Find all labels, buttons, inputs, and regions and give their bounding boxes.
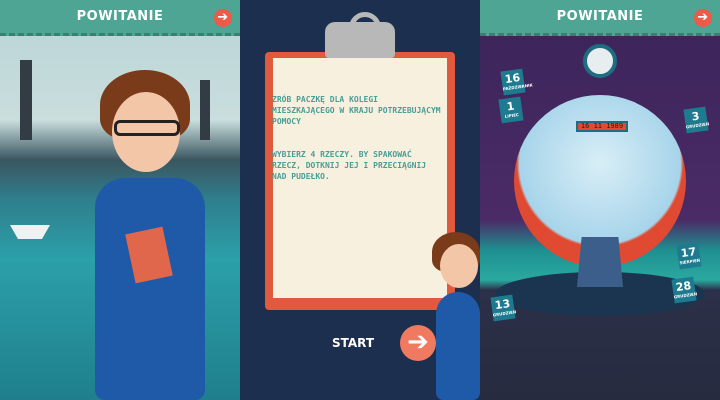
welcome-screen: POWITANIE ➔ xyxy=(0,0,240,400)
calendar-day: 3 xyxy=(690,109,701,124)
paper-boat xyxy=(10,225,50,239)
next-arrow-button[interactable]: ➔ xyxy=(694,9,712,27)
calendar-card[interactable]: 1 LIPIEC xyxy=(498,96,524,124)
calendar-month: LIPIEC xyxy=(504,111,520,119)
header-title: POWITANIE xyxy=(76,9,164,24)
woman-face xyxy=(440,244,478,288)
calendar-card[interactable]: 13 GRUDZIEŃ xyxy=(490,294,516,322)
calendar-card[interactable]: 17 SIERPIEŃ xyxy=(676,242,702,270)
instructions-screen: ZRÓB PACZKĘ DLA KOLEGI MIESZKAJĄCEGO W K… xyxy=(240,0,480,400)
calendar-card[interactable]: 16 PAŹDZIERNIK xyxy=(500,68,533,96)
time-machine-screen: 16 11 1989 16 PAŹDZIERNIK 1 LIPIEC 3 GRUDZI… xyxy=(480,0,720,400)
clock-icon xyxy=(583,44,617,78)
header-bar: POWITANIE ➔ xyxy=(0,0,240,36)
instruction-body: WYBIERZ 4 RZECZY. BY SPAKOWAĆ RZECZ, DOT… xyxy=(272,150,427,181)
header-title: POWITANIE xyxy=(556,9,644,24)
start-label[interactable]: START xyxy=(332,336,374,350)
calendar-card[interactable]: 28 GRUDZIEŃ xyxy=(671,276,697,304)
calendar-day: 1 xyxy=(505,99,516,114)
calendar-month: GRUDZIEŃ xyxy=(685,121,710,130)
woman-dress xyxy=(95,178,205,400)
crane-illustration xyxy=(20,60,32,140)
crane-illustration xyxy=(200,80,210,140)
calendar-card[interactable]: 3 GRUDZIEŃ xyxy=(683,106,710,134)
start-button[interactable]: ➔ xyxy=(400,325,436,361)
instruction-heading: ZRÓB PACZKĘ DLA KOLEGI MIESZKAJĄCEGO W K… xyxy=(272,95,441,126)
next-arrow-button[interactable]: ➔ xyxy=(214,9,232,27)
glasses-icon xyxy=(114,120,180,136)
woman-dress xyxy=(436,292,480,400)
clipboard-clip xyxy=(325,12,395,58)
date-display: 16 11 1989 xyxy=(576,121,628,132)
header-bar: POWITANIE ➔ xyxy=(480,0,720,36)
ramp xyxy=(577,237,623,287)
